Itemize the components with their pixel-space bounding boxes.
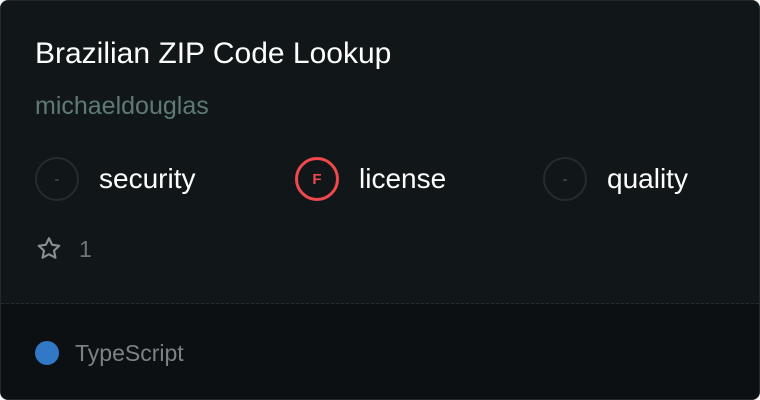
package-card[interactable]: Brazilian ZIP Code Lookup michaeldouglas… (0, 0, 760, 400)
grade-quality: - quality (543, 154, 688, 204)
star-count: 1 (35, 234, 92, 264)
language-color-dot (35, 341, 59, 365)
grade-license: F license (295, 154, 446, 204)
security-grade-label: security (99, 163, 196, 194)
star-outline-icon (37, 237, 61, 259)
license-grade-label: license (359, 163, 447, 194)
package-author[interactable]: michaeldouglas (35, 89, 209, 123)
package-title[interactable]: Brazilian ZIP Code Lookup (35, 35, 391, 73)
quality-grade-badge: - (543, 157, 587, 201)
license-grade-badge: F (295, 157, 339, 201)
grade-row: - security F license - quality (1, 154, 759, 204)
language-name: TypeScript (75, 339, 184, 366)
card-footer: TypeScript (1, 304, 759, 399)
language: TypeScript (35, 338, 184, 368)
quality-grade-label: quality (607, 163, 688, 194)
grade-security: - security (35, 154, 195, 204)
star-count-value: 1 (79, 235, 92, 262)
security-grade-badge: - (35, 157, 79, 201)
